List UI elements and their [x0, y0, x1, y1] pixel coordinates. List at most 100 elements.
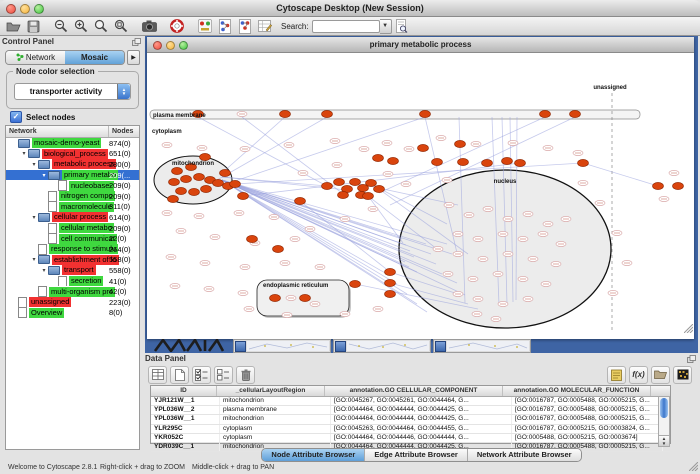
- gene-node[interactable]: [458, 158, 469, 165]
- gene-node[interactable]: [300, 294, 311, 301]
- column-header-cellular-component[interactable]: annotation.GO CELLULAR_COMPONENT: [325, 386, 503, 396]
- tree-row[interactable]: ▾metabolic process280(0): [6, 159, 139, 170]
- gene-node[interactable]: [420, 110, 431, 117]
- tree-row[interactable]: nucleobase-209(0): [6, 180, 139, 191]
- annotation-icon[interactable]: [257, 19, 273, 34]
- search-options-icon[interactable]: [394, 19, 410, 34]
- tree-row[interactable]: ▾transport558(0): [6, 265, 139, 276]
- zoom-fit-icon[interactable]: [93, 19, 109, 34]
- node-color-combobox[interactable]: transporter activity ▲▼: [14, 83, 131, 100]
- gene-node[interactable]: [334, 178, 345, 185]
- gene-node[interactable]: [366, 179, 377, 186]
- network-canvas[interactable]: plasma membranecytoplasmmitochondrionnuc…: [147, 53, 694, 339]
- gene-node[interactable]: [194, 173, 205, 180]
- gene-node[interactable]: [176, 187, 187, 194]
- tree-row[interactable]: macromolecule311(0): [6, 202, 139, 213]
- table-row[interactable]: YLR295Ccytoplasm[GO:0045263, GO:0044464,…: [151, 425, 670, 434]
- minimized-window-bar[interactable]: [433, 339, 531, 353]
- tab-edge-attribute-browser[interactable]: Edge Attribute Browser: [365, 449, 467, 461]
- expander-icon[interactable]: ▾: [30, 214, 38, 221]
- gene-node[interactable]: [432, 158, 443, 165]
- window-resize-grip[interactable]: [684, 320, 693, 338]
- gene-node[interactable]: [322, 110, 333, 117]
- gene-node[interactable]: [168, 195, 179, 202]
- gene-node[interactable]: [338, 191, 349, 198]
- gene-node[interactable]: [385, 268, 396, 275]
- tree-row[interactable]: secretion41(0): [6, 276, 139, 287]
- table-scrollbar[interactable]: ▲▼: [658, 396, 670, 447]
- gene-node[interactable]: [502, 157, 513, 164]
- scrollbar-arrows[interactable]: ▲▼: [659, 435, 669, 446]
- tree-row[interactable]: cellular metabo209(0): [6, 223, 139, 234]
- gene-node[interactable]: [578, 159, 589, 166]
- tab-network[interactable]: Network: [6, 51, 65, 64]
- tree-row[interactable]: response to stimulu264(0): [6, 244, 139, 255]
- matrix-view-icon[interactable]: [673, 366, 692, 384]
- nodes-column-header[interactable]: Nodes: [109, 126, 139, 137]
- zoom-in-icon[interactable]: [73, 19, 89, 34]
- gene-node[interactable]: [385, 279, 396, 286]
- gene-node[interactable]: [388, 157, 399, 164]
- network-column-header[interactable]: Network: [6, 126, 109, 137]
- float-panel-icon[interactable]: [132, 38, 141, 48]
- tree-row[interactable]: ▾establishment of lo558(0): [6, 255, 139, 266]
- new-attribute-icon[interactable]: [170, 366, 189, 384]
- gene-node[interactable]: [220, 169, 231, 176]
- select-nodes-checkbox[interactable]: ✓: [10, 111, 22, 123]
- app-resize-grip[interactable]: [689, 462, 698, 473]
- minimized-network-thumbnail[interactable]: [153, 339, 227, 352]
- minimized-window-bar[interactable]: [333, 339, 431, 353]
- combobox-stepper-icon[interactable]: ▲▼: [117, 84, 130, 99]
- vizmapper-icon[interactable]: [197, 19, 213, 34]
- gene-node[interactable]: [540, 110, 551, 117]
- gene-node[interactable]: [570, 110, 581, 117]
- delete-attribute-trash-icon[interactable]: [236, 366, 255, 384]
- tree-row[interactable]: unassigned223(0): [6, 297, 139, 308]
- tree-row[interactable]: Overview8(0): [6, 308, 139, 319]
- attribute-table-icon[interactable]: [148, 366, 167, 384]
- tree-row[interactable]: cell communicat22(0): [6, 233, 139, 244]
- table-row[interactable]: YPL036W__1mitochondrion[GO:0044464, GO:0…: [151, 415, 670, 424]
- gene-node[interactable]: [350, 280, 361, 287]
- gene-node[interactable]: [418, 144, 429, 151]
- gene-node[interactable]: [273, 245, 284, 252]
- gene-node[interactable]: [385, 290, 396, 297]
- table-row[interactable]: YKR052Ccytoplasm[GO:0044464, GO:0044446,…: [151, 434, 670, 443]
- tab-mosaic[interactable]: Mosaic: [65, 51, 124, 64]
- select-attributes-icon[interactable]: [192, 366, 211, 384]
- expander-icon[interactable]: ▾: [30, 256, 38, 263]
- gene-node[interactable]: [673, 182, 684, 189]
- scrollbar-thumb[interactable]: [660, 398, 668, 418]
- gene-node[interactable]: [653, 182, 664, 189]
- tab-node-attribute-browser[interactable]: Node Attribute Browser: [262, 449, 365, 461]
- column-header-id[interactable]: ID: [151, 386, 217, 396]
- gene-node[interactable]: [374, 185, 385, 192]
- gene-node[interactable]: [172, 167, 183, 174]
- import-network-icon[interactable]: [217, 19, 233, 34]
- tree-row[interactable]: mosaic-demo-yeast874(0): [6, 138, 139, 149]
- expander-icon[interactable]: ▾: [40, 172, 48, 179]
- tree-row[interactable]: ▾cellular process614(0): [6, 212, 139, 223]
- open-file-icon[interactable]: [5, 19, 21, 34]
- gene-node[interactable]: [350, 178, 361, 185]
- expander-icon[interactable]: ▾: [20, 150, 28, 157]
- column-header-molecular-function[interactable]: annotation.GO MOLECULAR_FUNCTION: [503, 386, 651, 396]
- save-icon[interactable]: [25, 19, 41, 34]
- snapshot-camera-icon[interactable]: [141, 19, 157, 34]
- gene-node[interactable]: [482, 159, 493, 166]
- column-header-region[interactable]: _cellularLayoutRegion: [217, 386, 325, 396]
- tree-row[interactable]: multi-organism pro42(0): [6, 286, 139, 297]
- tab-network-attribute-browser[interactable]: Network Attribute Browser: [468, 449, 581, 461]
- gene-node[interactable]: [189, 188, 200, 195]
- network-view-window[interactable]: primary metabolic process plasma membran…: [147, 37, 694, 339]
- gene-node[interactable]: [169, 178, 180, 185]
- gene-node[interactable]: [181, 175, 192, 182]
- float-panel-icon[interactable]: [687, 355, 696, 365]
- gene-node[interactable]: [247, 235, 258, 242]
- gene-node[interactable]: [373, 154, 384, 161]
- gene-node[interactable]: [238, 192, 249, 199]
- gene-node[interactable]: [455, 140, 466, 147]
- zoom-out-icon[interactable]: [53, 19, 69, 34]
- gene-node[interactable]: [201, 185, 212, 192]
- tree-row[interactable]: nitrogen compo209(0): [6, 191, 139, 202]
